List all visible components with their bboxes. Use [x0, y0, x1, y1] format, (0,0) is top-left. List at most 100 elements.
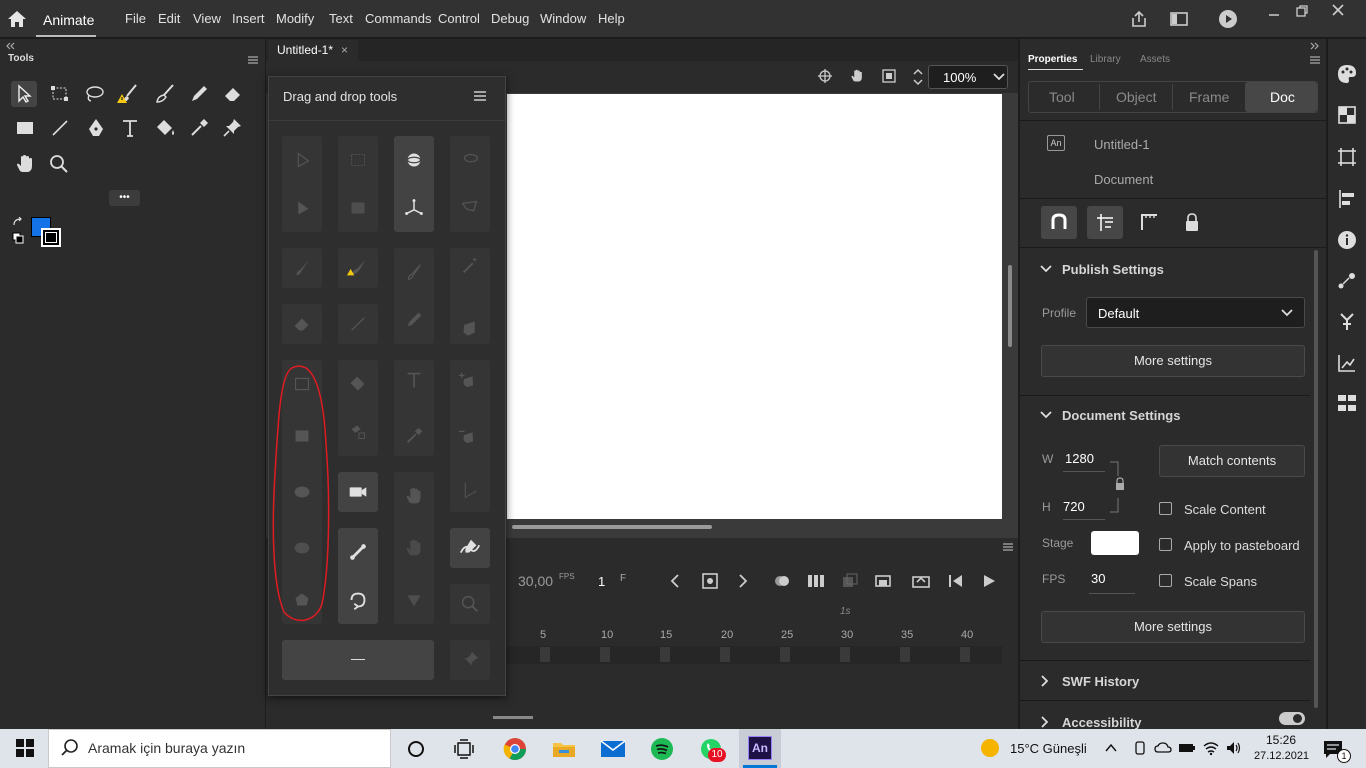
fps-value[interactable]: 30: [1091, 571, 1105, 586]
step-back-icon[interactable]: [946, 572, 966, 590]
rulers-icon[interactable]: [1133, 206, 1166, 239]
play-icon[interactable]: [979, 572, 999, 590]
link-dimensions-icon[interactable]: [1108, 460, 1124, 516]
segment-object[interactable]: Object: [1116, 89, 1156, 105]
file-explorer-icon[interactable]: [551, 737, 577, 761]
profile-chevron-down-icon[interactable]: [1281, 308, 1293, 318]
workspace-icon[interactable]: [1169, 10, 1189, 28]
lasso-icon[interactable]: [458, 148, 482, 172]
chrome-icon[interactable]: [503, 737, 527, 761]
camera-frames-icon[interactable]: [840, 572, 860, 590]
info-icon[interactable]: [1336, 229, 1358, 251]
clip-content-icon[interactable]: [881, 68, 897, 84]
segment-frame[interactable]: Frame: [1189, 89, 1229, 105]
zoom-icon[interactable]: [458, 592, 482, 616]
selection-tool[interactable]: [11, 81, 37, 107]
apply-to-pasteboard-checkbox[interactable]: [1159, 538, 1172, 551]
tray-chevron-up-icon[interactable]: [1104, 741, 1118, 755]
pen-icon[interactable]: [458, 316, 482, 340]
pin-icon[interactable]: [458, 648, 482, 672]
camera-icon[interactable]: [346, 480, 370, 504]
frame-cell[interactable]: [540, 647, 550, 662]
transform-icon[interactable]: [1336, 146, 1358, 168]
scale-spans-checkbox[interactable]: [1159, 574, 1172, 587]
default-colors-icon[interactable]: [12, 232, 24, 244]
create-tween-icon[interactable]: [873, 572, 893, 590]
tab-assets[interactable]: Assets: [1140, 54, 1170, 65]
components-icon[interactable]: [1336, 310, 1358, 332]
insert-keyframe-icon[interactable]: [700, 572, 720, 590]
frame-cell[interactable]: [960, 647, 970, 662]
delete-anchor-icon[interactable]: [458, 424, 482, 448]
width-value[interactable]: 1280: [1065, 451, 1094, 466]
share-icon[interactable]: [1129, 9, 1149, 29]
hand-icon[interactable]: [402, 484, 426, 508]
frame-cell[interactable]: [900, 647, 910, 662]
timeline-current-frame[interactable]: 1: [598, 574, 605, 589]
eraser-icon[interactable]: [290, 312, 314, 336]
paint-brush-icon[interactable]: [290, 256, 314, 280]
pencil-tool[interactable]: [186, 81, 212, 107]
pencil-icon[interactable]: [402, 308, 426, 332]
properties-scrollbar[interactable]: [1314, 250, 1318, 708]
mail-icon[interactable]: [599, 738, 627, 760]
fluid-brush-tool[interactable]: [152, 81, 178, 107]
segment-tool[interactable]: Tool: [1049, 89, 1075, 105]
polygon-lasso-icon[interactable]: [458, 196, 482, 220]
gradient-transform-icon[interactable]: [346, 196, 370, 220]
eyedropper-tool[interactable]: [186, 115, 212, 141]
pin-tool[interactable]: [219, 115, 245, 141]
eyedropper-icon[interactable]: [402, 424, 426, 448]
scale-content-checkbox[interactable]: [1159, 502, 1172, 515]
document-more-settings-button[interactable]: More settings: [1041, 611, 1305, 643]
meet-now-icon[interactable]: [1132, 740, 1148, 756]
text-tool[interactable]: [117, 115, 143, 141]
tab-properties[interactable]: Properties: [1028, 54, 1077, 65]
menu-debug[interactable]: Debug: [491, 11, 529, 26]
stage[interactable]: [507, 94, 1002, 519]
swatches-icon[interactable]: [1336, 104, 1358, 126]
3d-rotation-icon[interactable]: [402, 148, 426, 172]
restore-icon[interactable]: [1295, 4, 1309, 18]
rectangle-tool[interactable]: [12, 115, 38, 141]
loop-icon[interactable]: [911, 572, 931, 590]
test-movie-play-icon[interactable]: [1218, 9, 1238, 29]
properties-menu-icon[interactable]: [1309, 55, 1321, 65]
timeline-frame-track[interactable]: [506, 646, 1002, 664]
menu-modify[interactable]: Modify: [276, 11, 314, 26]
pen-tool[interactable]: [83, 115, 109, 141]
cortana-icon[interactable]: [405, 738, 427, 760]
hand-tool[interactable]: [12, 151, 38, 177]
spotify-icon[interactable]: [650, 737, 674, 761]
timeline-fps-value[interactable]: 30,00: [518, 573, 553, 589]
selection-tool-icon[interactable]: [290, 148, 314, 172]
fluid-brush-warning-icon[interactable]: [346, 256, 370, 280]
stage-vertical-scrollbar[interactable]: [1008, 265, 1012, 347]
line-tool[interactable]: [47, 115, 73, 141]
menu-view[interactable]: View: [193, 11, 221, 26]
onion-skin-icon[interactable]: [772, 572, 792, 590]
free-transform-icon[interactable]: [346, 148, 370, 172]
bind-icon[interactable]: [346, 588, 370, 612]
lasso-tool[interactable]: [81, 81, 107, 107]
tools-panel-menu-icon[interactable]: [247, 55, 259, 65]
classic-brush-icon[interactable]: [402, 260, 426, 284]
menu-commands[interactable]: Commands: [365, 11, 431, 26]
task-view-icon[interactable]: [453, 738, 475, 760]
height-value[interactable]: 720: [1063, 499, 1085, 514]
wifi-icon[interactable]: [1202, 740, 1220, 756]
zoom-tool[interactable]: [46, 151, 72, 177]
edit-multiple-frames-icon[interactable]: [806, 572, 826, 590]
center-stage-icon[interactable]: [817, 68, 833, 84]
menu-insert[interactable]: Insert: [232, 11, 265, 26]
menu-text[interactable]: Text: [329, 11, 353, 26]
menu-edit[interactable]: Edit: [158, 11, 180, 26]
free-transform-tool[interactable]: [47, 81, 73, 107]
match-contents-button[interactable]: Match contents: [1159, 445, 1305, 477]
zoom-stepper-icon[interactable]: [912, 67, 924, 87]
taskbar-clock-date[interactable]: 27.12.2021: [1254, 750, 1309, 762]
stroke-color-swatch[interactable]: [41, 228, 61, 247]
stage-color-swatch[interactable]: [1091, 531, 1139, 555]
publish-chevron-down-icon[interactable]: [1040, 264, 1052, 274]
motion-editor-icon[interactable]: [1336, 352, 1358, 374]
